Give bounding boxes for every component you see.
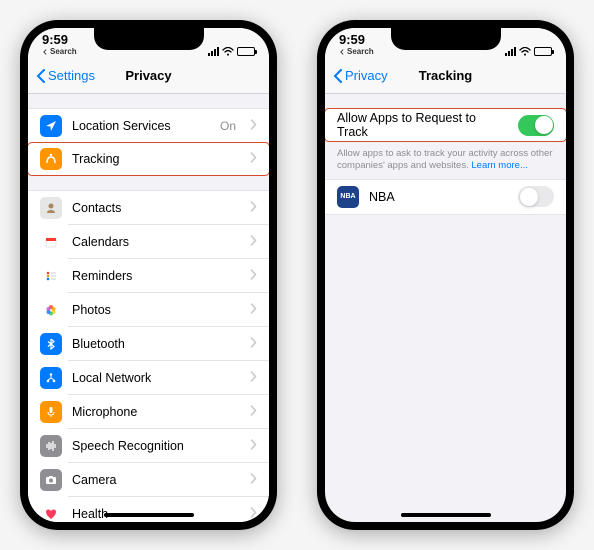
chevron-right-icon: [250, 369, 257, 387]
nba-icon: NBA: [337, 186, 359, 208]
nav-bar: Privacy Tracking: [325, 58, 566, 94]
app-row-nba[interactable]: NBA NBA: [325, 180, 566, 214]
group-footer: Allow apps to ask to track your activity…: [325, 142, 566, 179]
battery-icon: [534, 47, 552, 56]
page-title: Tracking: [419, 68, 472, 83]
settings-row-contacts[interactable]: Contacts: [28, 191, 269, 225]
row-label: Speech Recognition: [72, 439, 240, 453]
signal-icon: [208, 47, 219, 56]
tracking-icon: [40, 148, 62, 170]
signal-icon: [505, 47, 516, 56]
back-label: Privacy: [345, 68, 388, 83]
back-label: Settings: [48, 68, 95, 83]
home-indicator[interactable]: [401, 513, 491, 517]
settings-row-camera[interactable]: Camera: [28, 463, 269, 497]
back-button[interactable]: Privacy: [333, 68, 388, 83]
chevron-right-icon: [250, 233, 257, 251]
status-search-back[interactable]: Search: [42, 47, 77, 56]
allow-track-label: Allow Apps to Request to Track: [337, 111, 508, 139]
calendars-icon: [40, 231, 62, 253]
row-label: Microphone: [72, 405, 240, 419]
chevron-right-icon: [250, 335, 257, 353]
apps-group: NBA NBA: [325, 179, 566, 215]
speech-recognition-icon: [40, 435, 62, 457]
chevron-right-icon: [250, 150, 257, 168]
camera-icon: [40, 469, 62, 491]
page-title: Privacy: [125, 68, 171, 83]
content-scroll[interactable]: Location Services On Tracking Contacts C…: [28, 94, 269, 522]
settings-row-photos[interactable]: Photos: [28, 293, 269, 327]
back-button[interactable]: Settings: [36, 68, 95, 83]
health-icon: [40, 503, 62, 522]
row-label: Local Network: [72, 371, 240, 385]
settings-row-bluetooth[interactable]: Bluetooth: [28, 327, 269, 361]
chevron-right-icon: [250, 117, 257, 135]
status-time: 9:59: [339, 32, 365, 47]
row-detail: On: [220, 119, 236, 133]
settings-row-health[interactable]: Health: [28, 497, 269, 522]
learn-more-link[interactable]: Learn more...: [471, 160, 528, 171]
bluetooth-icon: [40, 333, 62, 355]
settings-row-location-services[interactable]: Location Services On: [28, 109, 269, 143]
row-label: Camera: [72, 473, 240, 487]
battery-icon: [237, 47, 255, 56]
content-scroll[interactable]: Allow Apps to Request to Track Allow app…: [325, 94, 566, 522]
notch: [94, 28, 204, 50]
row-label: Calendars: [72, 235, 240, 249]
home-indicator[interactable]: [104, 513, 194, 517]
microphone-icon: [40, 401, 62, 423]
wifi-icon: [222, 47, 234, 56]
row-label: Reminders: [72, 269, 240, 283]
app-label: NBA: [369, 190, 508, 204]
allow-track-row[interactable]: Allow Apps to Request to Track: [325, 108, 566, 142]
phone-right: 9:59 Search Privacy Tracking A: [317, 20, 574, 530]
notch: [391, 28, 501, 50]
allow-track-toggle[interactable]: [518, 115, 554, 136]
local-network-icon: [40, 367, 62, 389]
settings-group-2: Contacts Calendars Reminders Photos Blue…: [28, 190, 269, 522]
chevron-right-icon: [250, 471, 257, 489]
status-search-back[interactable]: Search: [339, 47, 374, 56]
chevron-right-icon: [250, 301, 257, 319]
settings-row-local-network[interactable]: Local Network: [28, 361, 269, 395]
settings-row-tracking[interactable]: Tracking: [28, 142, 269, 176]
phone-left: 9:59 Search Settings Privacy Location Se: [20, 20, 277, 530]
settings-row-speech-recognition[interactable]: Speech Recognition: [28, 429, 269, 463]
reminders-icon: [40, 265, 62, 287]
photos-icon: [40, 299, 62, 321]
nba-toggle[interactable]: [518, 186, 554, 207]
chevron-right-icon: [250, 505, 257, 522]
row-label: Location Services: [72, 119, 210, 133]
contacts-icon: [40, 197, 62, 219]
settings-row-microphone[interactable]: Microphone: [28, 395, 269, 429]
chevron-right-icon: [250, 199, 257, 217]
location-services-icon: [40, 115, 62, 137]
settings-row-calendars[interactable]: Calendars: [28, 225, 269, 259]
row-label: Tracking: [72, 152, 240, 166]
chevron-right-icon: [250, 403, 257, 421]
row-label: Photos: [72, 303, 240, 317]
chevron-right-icon: [250, 437, 257, 455]
row-label: Bluetooth: [72, 337, 240, 351]
status-time: 9:59: [42, 32, 68, 47]
nav-bar: Settings Privacy: [28, 58, 269, 94]
allow-group: Allow Apps to Request to Track: [325, 108, 566, 142]
settings-row-reminders[interactable]: Reminders: [28, 259, 269, 293]
chevron-right-icon: [250, 267, 257, 285]
row-label: Contacts: [72, 201, 240, 215]
wifi-icon: [519, 47, 531, 56]
settings-group-1: Location Services On Tracking: [28, 108, 269, 176]
